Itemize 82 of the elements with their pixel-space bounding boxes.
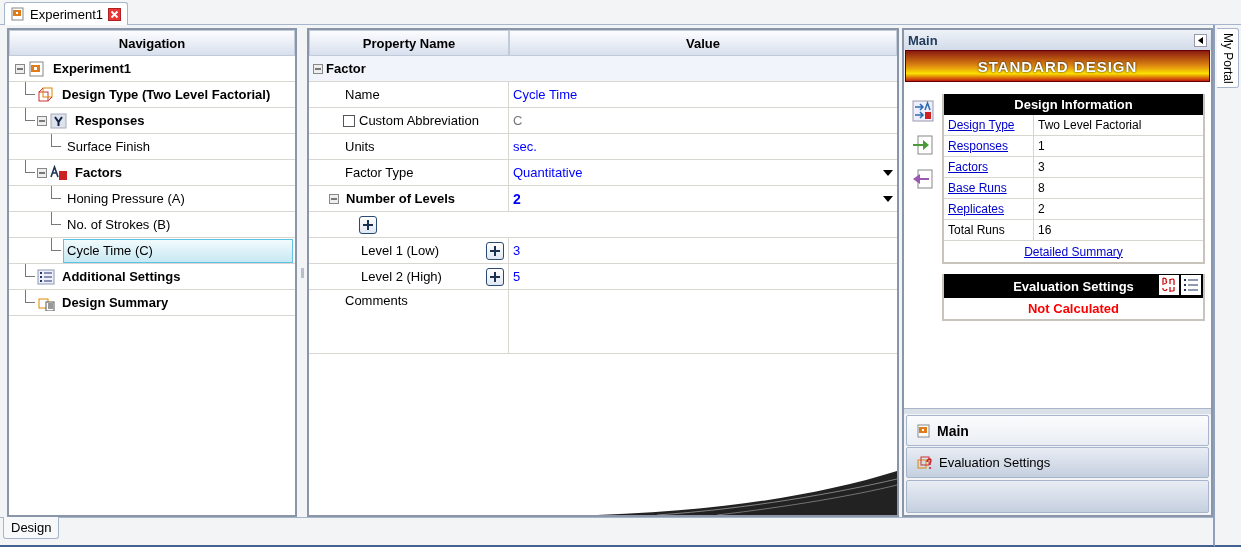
table-cell: 16 [1038, 223, 1052, 237]
side-tab[interactable]: My Portal [1217, 28, 1239, 88]
document-icon [917, 423, 931, 438]
triangle-left-icon [1198, 36, 1203, 44]
link[interactable]: Design Type [948, 118, 1015, 132]
property-value[interactable]: sec. [513, 139, 537, 154]
dropdown-arrow-icon[interactable] [883, 195, 893, 202]
tree-item[interactable]: No. of Strokes (B) [63, 214, 175, 235]
tree-item[interactable]: Additional Settings [58, 266, 185, 287]
dropdown-arrow-icon[interactable] [883, 169, 893, 176]
export-arrow-icon[interactable] [912, 168, 934, 190]
tree-item[interactable]: Experiment1 [49, 58, 136, 79]
list-icon [37, 268, 55, 285]
property-name: Name [345, 87, 380, 102]
table-cell: 3 [1038, 160, 1045, 174]
tree-item[interactable]: Surface Finish [63, 136, 155, 157]
import-arrow-icon[interactable] [912, 134, 934, 156]
collapse-icon[interactable] [329, 193, 339, 204]
banner: STANDARD DESIGN [905, 50, 1210, 82]
link[interactable]: Base Runs [948, 181, 1007, 195]
property-name: Level 2 (High) [361, 269, 442, 284]
add-button[interactable] [486, 241, 504, 260]
plus-icon [489, 270, 501, 283]
document-icon [28, 60, 46, 77]
collapse-icon[interactable] [37, 115, 47, 126]
property-name: Custom Abbreviation [359, 113, 479, 128]
checkbox[interactable] [343, 114, 355, 127]
property-name: Factor Type [345, 165, 414, 180]
bottom-tab[interactable]: Design [3, 517, 60, 539]
property-name: Number of Levels [346, 191, 456, 206]
cube-icon [37, 86, 55, 103]
property-name: Units [345, 139, 375, 154]
property-value[interactable]: Cycle Time [513, 87, 578, 102]
ab-arrows-icon[interactable] [912, 100, 934, 122]
panel-title: Main [908, 32, 938, 48]
collapse-icon[interactable] [37, 167, 47, 178]
column-header: Value [509, 30, 897, 56]
list-icon[interactable] [1181, 275, 1201, 295]
close-icon[interactable] [108, 7, 121, 21]
table-cell: 8 [1038, 181, 1045, 195]
add-button[interactable] [359, 215, 377, 234]
splitter-handle-icon[interactable] [300, 267, 304, 278]
status-text: Not Calculated [1028, 301, 1119, 316]
accordion-header[interactable]: Main [906, 415, 1209, 446]
property-value[interactable]: 2 [513, 190, 521, 207]
table-title: Evaluation Settings [1013, 278, 1134, 294]
plus-icon [362, 218, 374, 231]
tree-item[interactable]: Honing Pressure (A) [63, 188, 189, 209]
table-cell: Two Level Factorial [1038, 118, 1142, 132]
tree-item[interactable]: Responses [71, 110, 149, 131]
column-header: Navigation [9, 30, 295, 56]
column-header: Property Name [309, 30, 509, 56]
property-name: Level 1 (Low) [361, 243, 440, 258]
property-name: Comments [345, 293, 408, 308]
document-icon [11, 7, 25, 21]
ab-letters-icon [50, 164, 68, 181]
collapse-icon[interactable] [313, 63, 323, 74]
table-cell: 2 [1038, 202, 1045, 216]
cube-question-icon [917, 454, 933, 471]
category-label: Factor [326, 61, 366, 76]
tree-item[interactable]: Cycle Time (C) [63, 238, 293, 263]
plus-icon [489, 244, 501, 257]
table-cell: Total Runs [948, 223, 1005, 237]
property-value[interactable]: C [513, 113, 523, 128]
property-value[interactable]: 3 [513, 243, 521, 258]
property-value[interactable]: Quantitative [513, 165, 583, 180]
table-title: Design Information [1014, 97, 1133, 112]
collapse-button[interactable] [1194, 33, 1207, 47]
y-letter-icon [50, 112, 68, 129]
document-tab[interactable]: Experiment1 [4, 2, 128, 25]
tree-item[interactable]: Design Type (Two Level Factorial) [58, 84, 275, 105]
tree-item[interactable]: Design Summary [58, 292, 173, 313]
add-button[interactable] [486, 267, 504, 286]
property-value[interactable]: 5 [513, 269, 521, 284]
accordion-header[interactable]: Evaluation Settings [906, 447, 1209, 478]
tree-item[interactable]: Factors [71, 162, 126, 183]
link[interactable]: Responses [948, 139, 1009, 153]
link[interactable]: Replicates [948, 202, 1005, 216]
link[interactable]: Factors [948, 160, 988, 174]
link[interactable]: Detailed Summary [1024, 244, 1123, 259]
collapse-icon[interactable] [15, 63, 25, 74]
table-cell: 1 [1038, 139, 1045, 153]
